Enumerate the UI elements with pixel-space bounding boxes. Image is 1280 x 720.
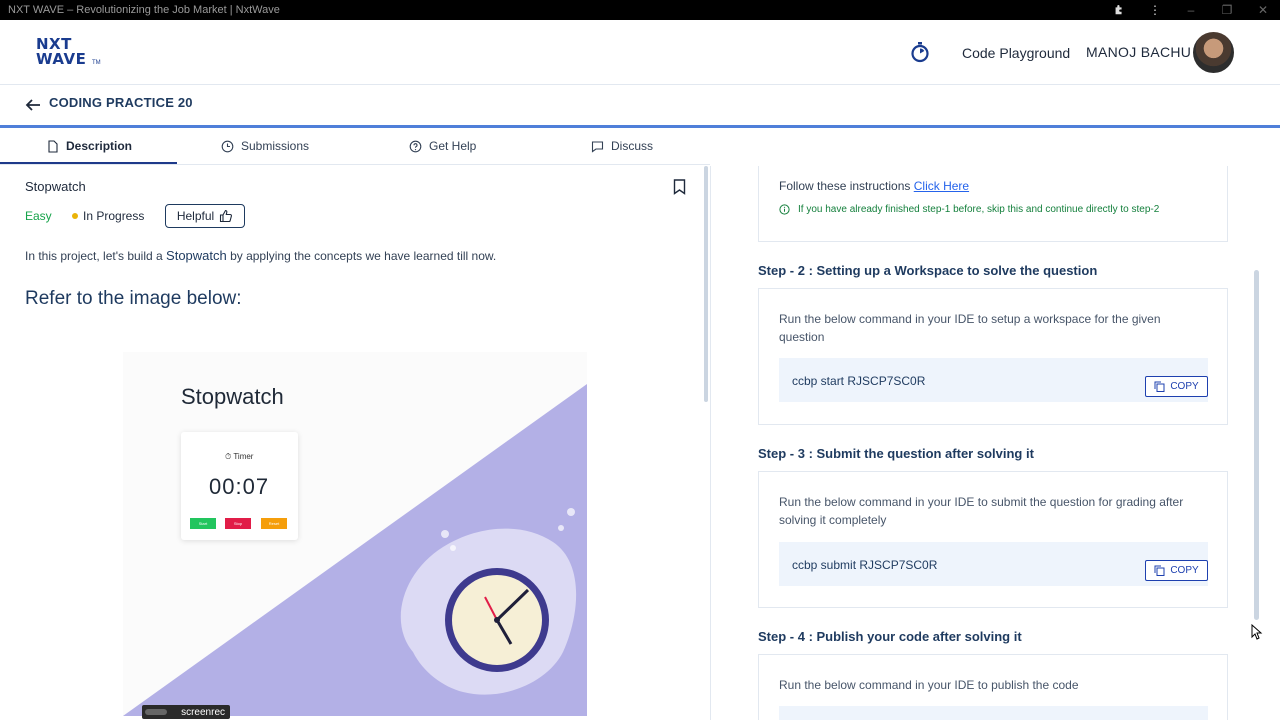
watermark-text: screenrec — [181, 706, 225, 718]
minimize-icon[interactable]: – — [1184, 3, 1198, 17]
panel-divider[interactable] — [710, 166, 730, 720]
tab-label: Discuss — [611, 139, 654, 153]
step-3-heading: Step - 3 : Submit the question after sol… — [758, 446, 1034, 461]
window-title: NXT WAVE – Revolutionizing the Job Marke… — [8, 4, 280, 16]
step-4-description: Run the below command in your IDE to pub… — [779, 678, 1079, 692]
mouse-cursor-icon — [1251, 624, 1263, 640]
intro-highlight: Stopwatch — [166, 248, 227, 263]
copy-button[interactable]: COPY — [1145, 376, 1208, 397]
tab-submissions[interactable]: Submissions — [221, 128, 309, 164]
follow-text: Follow these instructions — [779, 179, 914, 193]
helpful-label: Helpful — [176, 209, 215, 223]
skip-info-note: If you have already finished step-1 befo… — [779, 204, 1159, 215]
extensions-icon[interactable] — [1112, 3, 1126, 17]
preview-reset-button: Reset — [261, 518, 287, 529]
step-3-description: Run the below command in your IDE to sub… — [779, 495, 1184, 527]
practice-subheader: CODING PRACTICE 20 — [0, 86, 1280, 126]
page-title: CODING PRACTICE 20 — [49, 95, 193, 110]
avatar[interactable] — [1193, 32, 1234, 73]
screenrec-watermark: screenrec — [142, 705, 230, 719]
tab-label: Submissions — [241, 139, 310, 153]
refer-heading: Refer to the image below: — [25, 288, 242, 309]
preview-time: 00:07 — [209, 474, 270, 499]
tab-description[interactable]: Description — [46, 128, 132, 164]
top-header: NXT WAVE TM Code Playground MANOJ BACHU — [0, 20, 1280, 85]
document-icon — [48, 139, 58, 153]
logo-line-2: WAVE — [36, 50, 87, 68]
close-window-icon[interactable]: ✕ — [1256, 3, 1270, 17]
status-dot — [72, 213, 78, 219]
problem-description-panel: Stopwatch Easy In Progress Helpful In th… — [0, 166, 710, 720]
code-playground-link[interactable]: Code Playground — [962, 45, 1070, 61]
watermark-pill — [145, 709, 167, 715]
status-badge: In Progress — [72, 209, 144, 223]
chat-icon — [591, 140, 604, 153]
preview-timer-label-text: Timer — [233, 452, 254, 461]
step-2-command[interactable]: ccbp start RJSCP7SC0R — [792, 374, 925, 388]
preview-timer-card: ⏱ Timer 00:07 Start Stop Reset — [181, 432, 298, 540]
info-icon — [779, 204, 790, 215]
info-text: If you have already finished step-1 befo… — [798, 204, 1160, 215]
thumbs-up-icon — [220, 209, 233, 223]
browser-title-bar: NXT WAVE – Revolutionizing the Job Marke… — [0, 0, 1280, 20]
copy-label: COPY — [1170, 381, 1199, 392]
maximize-icon[interactable]: ❐ — [1220, 3, 1234, 17]
active-tab-indicator — [0, 162, 177, 164]
stopwatch-preview-image: Stopwatch ⏱ Timer 00:07 Start Stop Reset — [123, 352, 587, 716]
preview-start-button: Start — [190, 518, 216, 529]
intro-text-before: In this project, let's build a — [25, 249, 167, 263]
bookmark-icon[interactable] — [673, 179, 686, 195]
user-name[interactable]: MANOJ BACHU — [1086, 44, 1191, 60]
difficulty-badge: Easy — [25, 209, 52, 223]
tab-discuss[interactable]: Discuss — [591, 128, 653, 164]
click-here-link[interactable]: Click Here — [914, 179, 969, 193]
step-3-command[interactable]: ccbp submit RJSCP7SC0R — [792, 558, 937, 572]
preview-stop-button: Stop — [225, 518, 251, 529]
problem-tabs: Description Submissions Get Help Discuss — [0, 128, 710, 165]
copy-label: COPY — [1170, 565, 1199, 576]
step-2-command-box: ccbp start RJSCP7SC0R COPY — [779, 358, 1208, 402]
more-options-icon[interactable]: ⋮ — [1148, 3, 1162, 17]
copy-icon — [1154, 381, 1165, 392]
step-2-card — [758, 288, 1228, 425]
problem-intro: In this project, let's build a Stopwatch… — [25, 248, 496, 263]
left-panel-scrollbar[interactable] — [704, 166, 708, 402]
help-circle-icon — [409, 140, 422, 152]
problem-title: Stopwatch — [25, 179, 86, 194]
follow-instructions: Follow these instructions Click Here — [779, 179, 969, 193]
copy-icon — [1154, 565, 1165, 576]
stopwatch-icon[interactable] — [910, 41, 930, 63]
preview-timer-label: ⏱ Timer — [225, 452, 254, 461]
instructions-panel: Follow these instructions Click Here If … — [731, 166, 1280, 720]
logo-trademark: TM — [92, 60, 101, 66]
step-3-card — [758, 471, 1228, 608]
step-2-description: Run the below command in your IDE to set… — [779, 312, 1161, 344]
preview-title: Stopwatch — [181, 384, 284, 409]
step-3-command-box: ccbp submit RJSCP7SC0R COPY — [779, 542, 1208, 586]
status-label: In Progress — [83, 209, 145, 223]
copy-button[interactable]: COPY — [1145, 560, 1208, 581]
tab-get-help[interactable]: Get Help — [409, 128, 476, 164]
step-4-heading: Step - 4 : Publish your code after solvi… — [758, 629, 1022, 644]
back-arrow-icon[interactable] — [24, 96, 42, 114]
nxtwave-logo[interactable]: NXT WAVE TM — [36, 35, 102, 71]
step-4-command-box — [779, 706, 1208, 720]
right-panel-scrollbar[interactable] — [1254, 270, 1259, 620]
tab-label: Description — [66, 139, 133, 153]
clock-icon — [221, 140, 234, 152]
tab-label: Get Help — [429, 139, 477, 153]
helpful-button[interactable]: Helpful — [165, 204, 245, 228]
intro-text-after: by applying the concepts we have learned… — [226, 249, 497, 263]
step-2-heading: Step - 2 : Setting up a Workspace to sol… — [758, 263, 1098, 278]
